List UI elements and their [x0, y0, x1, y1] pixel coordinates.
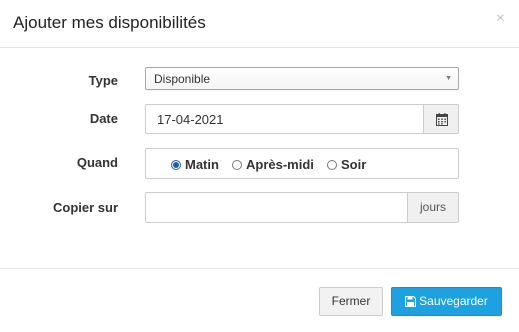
radio-button[interactable]	[327, 160, 337, 170]
type-select[interactable]: Disponible ▼	[145, 67, 459, 90]
footer-divider	[0, 268, 519, 269]
quand-label: Quand	[76, 155, 118, 170]
date-input[interactable]: 17-04-2021	[145, 104, 424, 134]
copier-sur-label: Copier sur	[52, 200, 118, 215]
modal-header: Ajouter mes disponibilités ×	[0, 0, 519, 48]
type-select-value: Disponible	[154, 72, 211, 86]
calendar-icon	[436, 113, 448, 126]
chevron-down-icon: ▼	[445, 75, 452, 82]
radio-label: Soir	[341, 157, 367, 172]
save-button[interactable]: Sauvegarder	[391, 287, 502, 316]
radio-matin[interactable]: Matin	[171, 157, 219, 172]
calendar-button[interactable]	[423, 104, 459, 134]
radio-button-checked[interactable]	[171, 160, 181, 170]
modal-title: Ajouter mes disponibilités	[13, 13, 206, 32]
date-label: Date	[89, 111, 118, 126]
quand-radio-group: Matin Après-midi Soir	[145, 148, 459, 179]
save-button-label: Sauvegarder	[419, 294, 488, 308]
close-icon[interactable]: ×	[496, 11, 505, 27]
radio-apres-midi[interactable]: Après-midi	[232, 157, 314, 172]
copier-sur-input[interactable]	[145, 192, 408, 223]
radio-label: Après-midi	[246, 157, 314, 172]
availability-modal: Ajouter mes disponibilités × Type Dispon…	[0, 0, 519, 332]
radio-soir[interactable]: Soir	[327, 157, 366, 172]
radio-label: Matin	[185, 157, 219, 172]
close-button[interactable]: Fermer	[319, 287, 383, 316]
jours-addon: jours	[407, 192, 459, 223]
radio-button[interactable]	[232, 160, 242, 170]
type-label: Type	[88, 73, 118, 88]
floppy-disk-icon	[405, 295, 417, 308]
